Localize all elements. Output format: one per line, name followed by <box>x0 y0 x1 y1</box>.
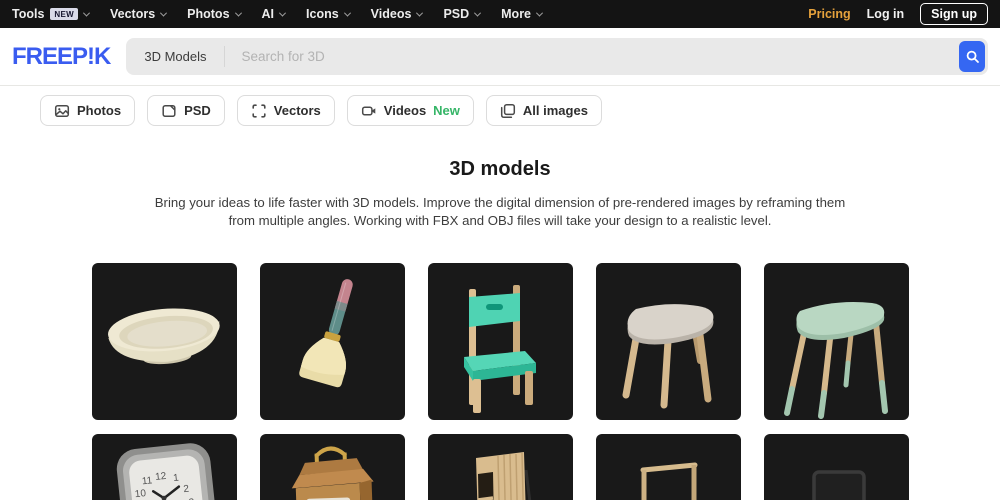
nav-item-photos[interactable]: Photos <box>187 7 242 21</box>
nav-item-label: Photos <box>187 7 230 21</box>
top-navigation: Tools NEW Vectors Photos AI Icons Videos… <box>0 0 1000 28</box>
search-input[interactable] <box>225 38 959 75</box>
nav-item-psd[interactable]: PSD <box>443 7 482 21</box>
chevron-down-icon <box>160 9 168 17</box>
model-card-mint-table[interactable] <box>763 263 909 420</box>
video-camera-icon <box>361 103 377 119</box>
filter-all-images[interactable]: All images <box>485 95 602 126</box>
mirror-3d-thumbnail <box>811 470 866 500</box>
search-button[interactable] <box>959 41 985 72</box>
new-badge: New <box>433 103 460 118</box>
filter-label: All images <box>522 103 588 118</box>
chevron-down-icon <box>416 9 424 17</box>
nav-item-label: Tools <box>12 7 45 21</box>
filter-vectors[interactable]: Vectors <box>236 95 335 126</box>
wall-clock-3d-thumbnail: 12 11 1 10 2 3 <box>116 443 217 500</box>
search-category-selector[interactable]: 3D Models <box>126 49 224 64</box>
nav-item-label: AI <box>261 7 275 21</box>
model-card-bowl[interactable] <box>91 263 237 420</box>
model-card-shelf[interactable] <box>427 434 573 500</box>
nav-item-label: More <box>501 7 532 21</box>
nav-item-ai[interactable]: AI <box>261 7 287 21</box>
freepik-logo[interactable]: FREEP!K <box>12 43 111 71</box>
page-description: Bring your ideas to life faster with 3D … <box>120 194 880 230</box>
model-card-mirror[interactable] <box>763 434 909 500</box>
chevron-down-icon <box>535 9 544 17</box>
nav-item-label: Videos <box>370 7 412 21</box>
chevron-down-icon <box>474 9 482 17</box>
svg-text:12: 12 <box>154 471 167 483</box>
chair-3d-thumbnail <box>463 285 536 413</box>
chevron-down-icon <box>234 9 242 17</box>
nav-item-videos[interactable]: Videos <box>370 7 424 21</box>
shelf-3d-thumbnail <box>475 452 531 500</box>
mint-table-3d-thumbnail <box>783 302 888 419</box>
nav-item-label: Icons <box>306 7 339 21</box>
nav-item-tools[interactable]: Tools NEW <box>12 7 91 21</box>
nav-item-icons[interactable]: Icons <box>306 7 351 21</box>
description-line: from multiple angles. Working with FBX a… <box>228 213 772 228</box>
filter-label: Photos <box>77 103 122 118</box>
corners-icon <box>251 103 267 119</box>
model-card-white-table[interactable] <box>595 263 741 420</box>
nav-account-area: Pricing Log in Sign up <box>808 3 988 25</box>
new-badge: NEW <box>50 8 78 20</box>
nav-item-vectors[interactable]: Vectors <box>109 7 168 21</box>
model-card-spatula[interactable] <box>259 263 405 420</box>
media-type-filters: Photos PSD Vectors Videos New All images <box>0 86 1000 126</box>
bowl-3d-thumbnail <box>107 308 220 365</box>
search-bar: 3D Models <box>126 38 988 75</box>
mantel-clock-3d-thumbnail <box>291 446 375 500</box>
filter-photos[interactable]: Photos <box>40 95 136 126</box>
svg-text:10: 10 <box>134 488 147 500</box>
model-card-clothes-rack[interactable] <box>595 434 741 500</box>
signup-button[interactable]: Sign up <box>920 3 988 25</box>
photo-icon <box>54 103 70 119</box>
nav-menu: Tools NEW Vectors Photos AI Icons Videos… <box>12 7 544 21</box>
white-table-3d-thumbnail <box>622 304 713 409</box>
frame-icon <box>161 103 177 119</box>
header: FREEP!K 3D Models <box>0 28 1000 86</box>
model-gallery: 12 11 1 10 2 3 <box>91 263 909 500</box>
stack-icon <box>500 103 516 119</box>
description-line: Bring your ideas to life faster with 3D … <box>154 195 846 210</box>
page-title: 3D models <box>449 158 551 180</box>
search-icon <box>965 49 980 64</box>
filter-label: Videos <box>383 103 427 118</box>
model-card-chair[interactable] <box>427 263 573 420</box>
chevron-down-icon <box>343 9 351 17</box>
filter-psd[interactable]: PSD <box>147 95 225 126</box>
pricing-link[interactable]: Pricing <box>808 7 850 21</box>
login-link[interactable]: Log in <box>867 7 905 21</box>
clothes-rack-3d-thumbnail <box>640 462 697 500</box>
svg-text:11: 11 <box>141 475 153 487</box>
nav-item-label: Vectors <box>109 7 156 21</box>
filter-label: PSD <box>184 103 211 118</box>
model-card-wall-clock[interactable]: 12 11 1 10 2 3 <box>91 434 237 500</box>
filter-videos[interactable]: Videos New <box>346 95 474 126</box>
model-card-mantel-clock[interactable] <box>259 434 405 500</box>
chevron-down-icon <box>82 9 91 17</box>
chevron-down-icon <box>278 9 287 17</box>
nav-item-label: PSD <box>443 7 470 21</box>
filter-label: Vectors <box>273 103 321 118</box>
nav-item-more[interactable]: More <box>501 7 544 21</box>
spatula-3d-thumbnail <box>298 279 353 388</box>
